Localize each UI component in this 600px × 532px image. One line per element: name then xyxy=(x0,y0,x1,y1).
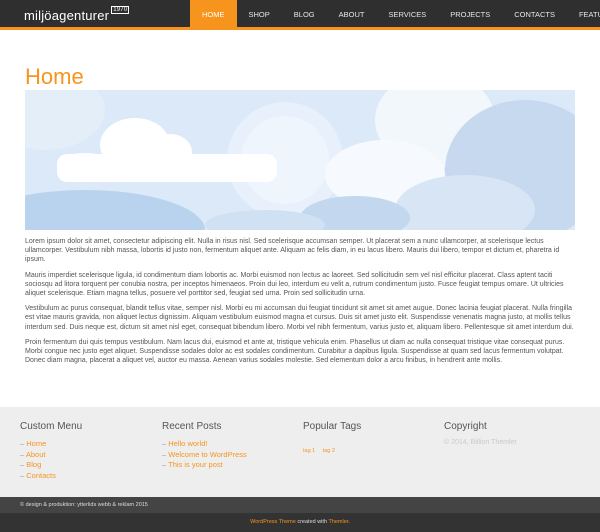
footer-link-about[interactable]: About xyxy=(20,450,82,461)
widget-title: Recent Posts xyxy=(162,421,222,432)
footer-link-home[interactable]: Home xyxy=(20,439,82,450)
logo-text: miljöagenturer xyxy=(24,8,110,23)
credits-bar: © design & produktion: ytterlids webb & … xyxy=(0,497,600,513)
copyright-widget: Copyright © 2014, Billion Themler xyxy=(444,421,517,446)
credits-text: © design & produktion: ytterlids webb & … xyxy=(20,502,148,508)
footer-link-contacts[interactable]: Contacts xyxy=(20,471,82,482)
footer-widgets: Custom Menu Home About Blog Contacts Rec… xyxy=(0,407,600,497)
nav-item-contacts[interactable]: CONTACTS xyxy=(502,0,567,30)
paragraph: Proin fermentum dui quis tempus vestibul… xyxy=(25,338,565,365)
themler-link[interactable]: Themler xyxy=(328,519,348,525)
paragraph: Lorem ipsum dolor sit amet, consectetur … xyxy=(25,238,560,264)
article-body: Lorem ipsum dolor sit amet, consectetur … xyxy=(25,237,580,371)
main-menu: HOME SHOP BLOG ABOUT SERVICES PROJECTS C… xyxy=(190,0,600,30)
nav-item-projects[interactable]: PROJECTS xyxy=(438,0,502,30)
popular-tags-widget: Popular Tags tag 1 tag 2 xyxy=(303,421,361,457)
paragraph: Vestibulum ac purus consequat, blandit t… xyxy=(25,305,574,331)
nav-item-features[interactable]: FEATURES xyxy=(567,0,600,30)
copyright-text: © 2014, Billion Themler xyxy=(444,439,517,446)
widget-title: Custom Menu xyxy=(20,421,83,432)
nav-item-services[interactable]: SERVICES xyxy=(376,0,438,30)
nav-item-blog[interactable]: BLOG xyxy=(282,0,327,30)
paragraph: Mauris imperdiet scelerisque ligula, id … xyxy=(25,271,564,298)
widget-title: Popular Tags xyxy=(303,421,362,432)
page-title: Home xyxy=(25,64,84,89)
nav-item-about[interactable]: ABOUT xyxy=(327,0,377,30)
recent-post-link[interactable]: This is your post xyxy=(162,460,247,471)
logo-year: 1970 xyxy=(111,5,130,14)
recent-posts-widget: Recent Posts Hello world! Welcome to Wor… xyxy=(162,421,247,471)
nav-item-shop[interactable]: SHOP xyxy=(237,0,282,30)
tag-link[interactable]: tag 1 xyxy=(303,448,315,454)
site-logo[interactable]: miljöagenturer 1970 xyxy=(24,5,130,23)
theme-credit-bar: WordPress Theme created with Themler. xyxy=(0,513,600,532)
hero-image-sky-clouds xyxy=(25,90,575,230)
nav-item-home[interactable]: HOME xyxy=(190,0,237,30)
wordpress-theme-link[interactable]: WordPress Theme xyxy=(250,519,296,525)
widget-title: Copyright xyxy=(444,421,487,432)
clouds-illustration xyxy=(25,90,575,230)
footer-link-blog[interactable]: Blog xyxy=(20,460,82,471)
recent-post-link[interactable]: Hello world! xyxy=(162,439,247,450)
recent-post-link[interactable]: Welcome to WordPress xyxy=(162,450,247,461)
created-with-text: created with xyxy=(295,519,329,525)
period-text: . xyxy=(348,519,350,525)
custom-menu-widget: Custom Menu Home About Blog Contacts xyxy=(20,421,82,481)
top-navigation-bar: miljöagenturer 1970 HOME SHOP BLOG ABOUT … xyxy=(0,0,600,30)
tag-link[interactable]: tag 2 xyxy=(323,448,335,454)
